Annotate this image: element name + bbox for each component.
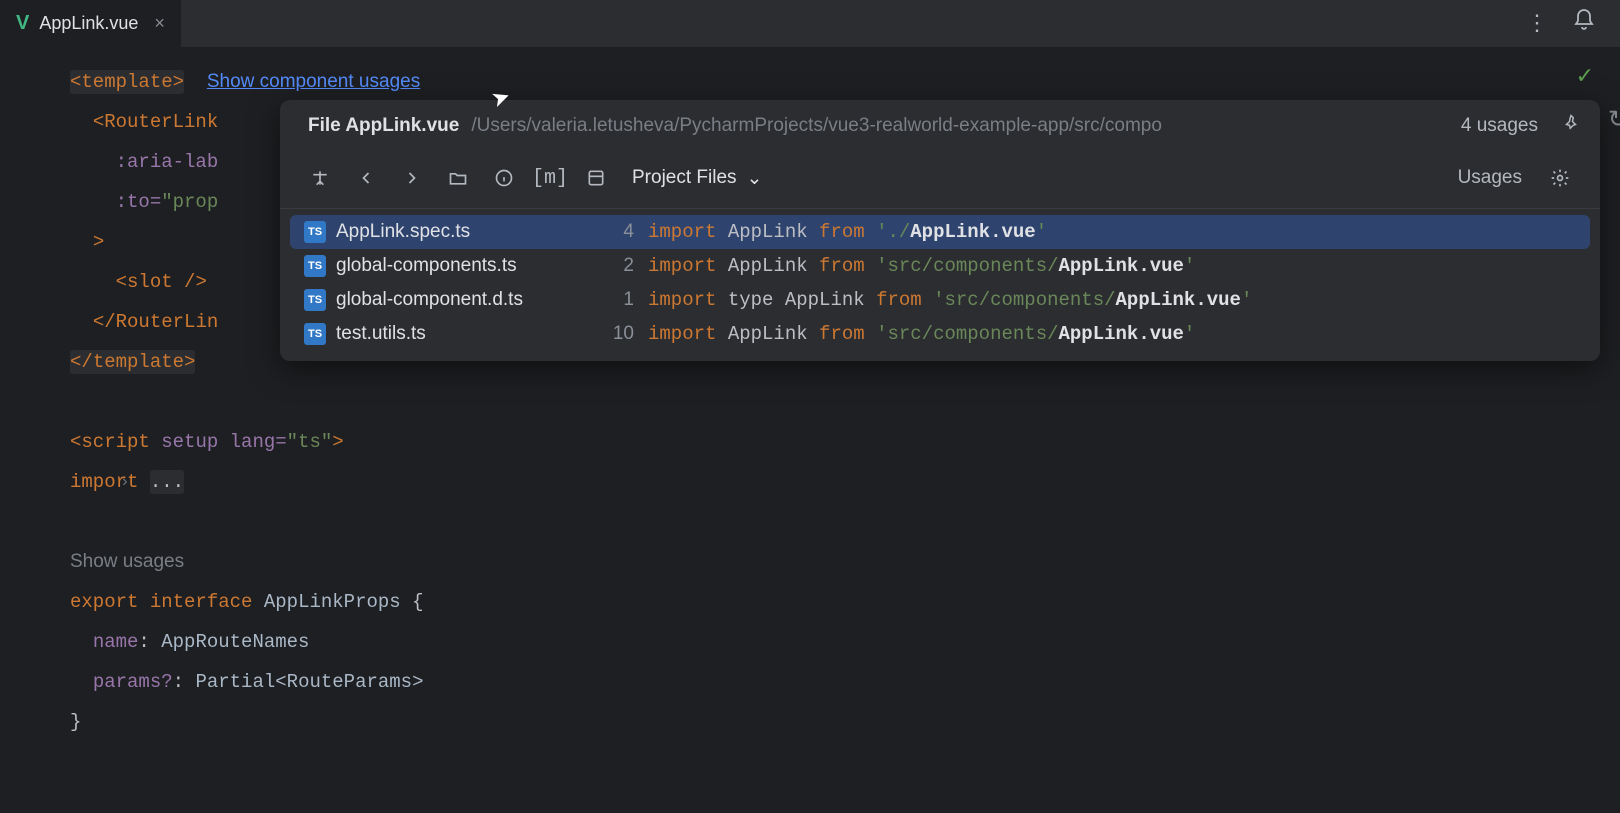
nav-next-icon[interactable] xyxy=(392,158,432,198)
result-snippet: import type AppLink from 'src/components… xyxy=(648,289,1576,311)
popup-title-prefix: File xyxy=(308,115,341,136)
ts-test-file-icon: TS xyxy=(304,221,326,243)
result-snippet: import AppLink from './AppLink.vue' xyxy=(648,221,1576,243)
usages-filter-label[interactable]: Usages xyxy=(1458,167,1522,189)
ts-file-icon: TS xyxy=(304,323,326,345)
result-count: 10 xyxy=(598,323,634,345)
close-icon[interactable]: × xyxy=(154,13,165,34)
vue-icon: V xyxy=(16,12,29,35)
result-snippet: import AppLink from 'src/components/AppL… xyxy=(648,255,1576,277)
ts-file-icon: TS xyxy=(304,255,326,277)
scope-dropdown[interactable]: Project Files ⌄ xyxy=(622,161,772,196)
usages-count: 4 usages xyxy=(1461,115,1538,137)
notifications-icon[interactable] xyxy=(1572,8,1596,39)
nav-prev-icon[interactable] xyxy=(346,158,386,198)
inspection-ok-icon[interactable]: ✓ xyxy=(1576,58,1594,98)
line-import: ›import ... xyxy=(70,462,1600,502)
gutter-refresh-icon[interactable]: ↻ xyxy=(1608,102,1620,142)
line-brace-close: } xyxy=(70,702,1600,742)
result-snippet: import AppLink from 'src/components/AppL… xyxy=(648,323,1576,345)
result-count: 4 xyxy=(598,221,634,243)
result-filename: global-components.ts xyxy=(336,255,517,277)
bracket-icon[interactable]: [m] xyxy=(530,158,570,198)
ts-file-icon: TS xyxy=(304,289,326,311)
chevron-down-icon: ⌄ xyxy=(747,167,763,190)
line-prop2: params?: Partial<RouteParams> xyxy=(70,662,1600,702)
tab-filename: AppLink.vue xyxy=(39,13,138,34)
line-export: export interface AppLinkProps { xyxy=(70,582,1600,622)
pin-icon[interactable] xyxy=(1562,114,1580,138)
line-prop1: name: AppRouteNames xyxy=(70,622,1600,662)
preview-icon[interactable] xyxy=(576,158,616,198)
editor-tab[interactable]: V AppLink.vue × xyxy=(0,0,181,47)
result-filename: AppLink.spec.ts xyxy=(336,221,470,243)
blank-line-2 xyxy=(70,502,1600,542)
line-script-open: <script setup lang="ts"> xyxy=(70,422,1600,462)
title-bar: V AppLink.vue × ⋮ xyxy=(0,0,1620,48)
show-usages-hint[interactable]: Show usages xyxy=(70,551,184,572)
blank-line xyxy=(70,382,1600,422)
result-row[interactable]: TS test.utils.ts 10 import AppLink from … xyxy=(290,317,1590,351)
result-count: 2 xyxy=(598,255,634,277)
scope-label: Project Files xyxy=(632,167,737,189)
usages-popup: File AppLink.vue /Users/valeria.letushev… xyxy=(280,100,1600,361)
info-icon[interactable] xyxy=(484,158,524,198)
result-filename: test.utils.ts xyxy=(336,323,426,345)
result-row[interactable]: TS global-components.ts 2 import AppLink… xyxy=(290,249,1590,283)
result-row[interactable]: TS AppLink.spec.ts 4 import AppLink from… xyxy=(290,215,1590,249)
fold-chevron-icon[interactable]: › xyxy=(120,462,130,502)
popup-toolbar: [m] Project Files ⌄ Usages xyxy=(280,150,1600,209)
popup-header: File AppLink.vue /Users/valeria.letushev… xyxy=(280,100,1600,150)
more-icon[interactable]: ⋮ xyxy=(1526,11,1548,37)
line-template-open: <template> Show component usages xyxy=(70,62,1600,102)
result-count: 1 xyxy=(598,289,634,311)
popup-title-file: AppLink.vue xyxy=(345,115,459,136)
result-list: TS AppLink.spec.ts 4 import AppLink from… xyxy=(280,209,1600,361)
show-component-usages-link[interactable]: Show component usages xyxy=(207,71,420,92)
result-filename: global-component.d.ts xyxy=(336,289,523,311)
tab-row: V AppLink.vue × xyxy=(0,0,181,47)
open-find-window-icon[interactable] xyxy=(300,158,340,198)
result-row[interactable]: TS global-component.d.ts 1 import type A… xyxy=(290,283,1590,317)
top-actions: ⋮ xyxy=(1526,8,1620,39)
line-show-usages: Show usages xyxy=(70,542,1600,582)
gear-icon[interactable] xyxy=(1540,158,1580,198)
popup-path: /Users/valeria.letusheva/PycharmProjects… xyxy=(471,115,1162,137)
open-folder-icon[interactable] xyxy=(438,158,478,198)
